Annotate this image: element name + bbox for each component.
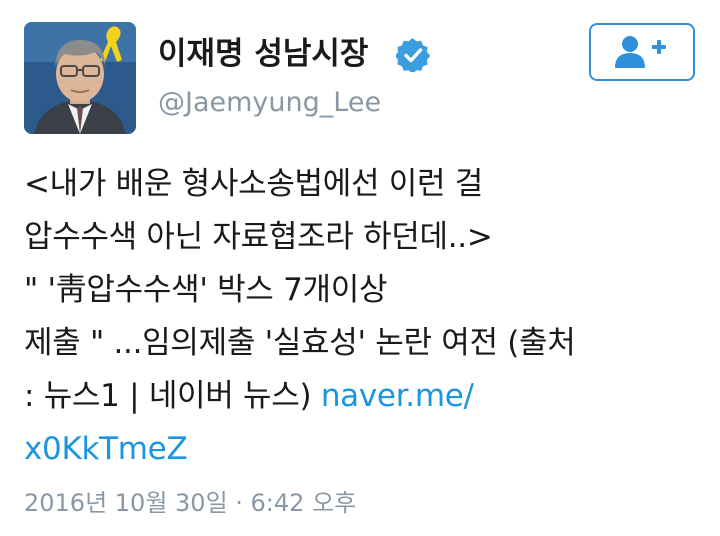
- tweet-text-line: : 뉴스1 | 네이버 뉴스) naver.me/: [24, 370, 700, 423]
- author-handle[interactable]: @Jaemyung_Lee: [158, 84, 381, 122]
- tweet-text-line: <내가 배운 형사소송법에선 이런 걸: [24, 166, 483, 202]
- tweet-text: <내가 배운 형사소송법에선 이런 걸 압수수색 아닌 자료협조라 하던데..>…: [24, 158, 700, 476]
- author-display-name[interactable]: 이재명 성남시장: [158, 34, 368, 74]
- tweet-link-continued[interactable]: x0KkTmeZ: [24, 431, 188, 467]
- tweet-timestamp[interactable]: 2016년 10월 30일 · 6:42 오후: [24, 486, 356, 520]
- avatar[interactable]: [24, 22, 136, 134]
- tweet-text-line: 제출 " ...임의제출 '실효성' 논란 여전 (출처: [24, 325, 576, 361]
- avatar-photo: [24, 22, 136, 134]
- verified-badge-icon: [396, 38, 430, 72]
- add-user-icon: [615, 36, 666, 68]
- tweet-text-line: " '靑압수수색' 박스 7개이상: [24, 272, 388, 308]
- follow-button[interactable]: [589, 23, 695, 81]
- tweet-card: 이재명 성남시장 @Jaemyung_Lee <내가 배운 형사소송법에선 이런…: [0, 0, 720, 536]
- tweet-link[interactable]: naver.me/: [321, 378, 474, 414]
- tweet-text-line: x0KkTmeZ: [24, 423, 700, 476]
- tweet-text-line: 압수수색 아닌 자료협조라 하던데..>: [24, 219, 493, 255]
- tweet-text-segment: : 뉴스1 | 네이버 뉴스): [24, 378, 321, 414]
